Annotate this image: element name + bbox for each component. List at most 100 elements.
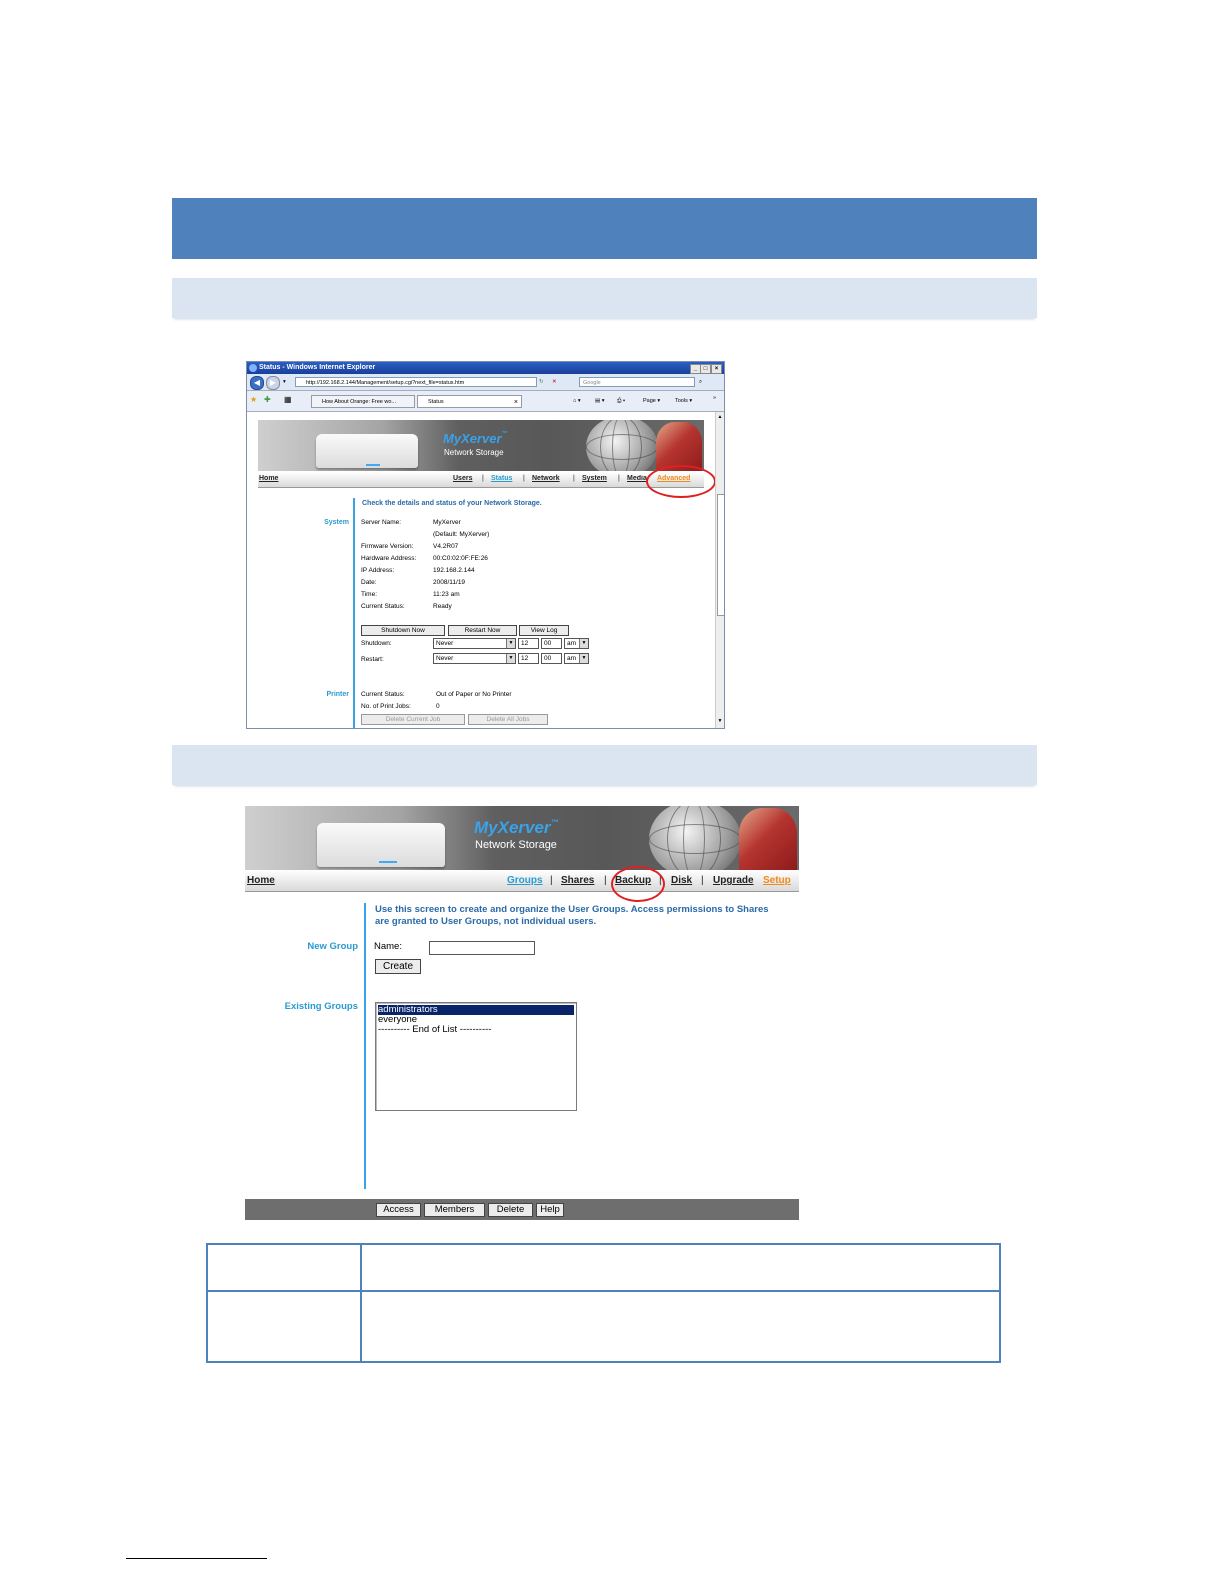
highlight-circle	[611, 866, 665, 902]
content-divider	[364, 903, 366, 1189]
page-content: MyXerver™ Network Storage Home Users | S…	[247, 412, 716, 728]
history-dropdown-icon[interactable]: ▾	[283, 377, 286, 387]
brand-logo: MyXerver™	[443, 431, 508, 446]
chevron-down-icon: ▼	[506, 639, 515, 648]
search-input[interactable]: Google	[579, 377, 695, 387]
field-value: 0	[436, 703, 440, 710]
delete-current-job-button[interactable]: Delete Current Job	[361, 714, 465, 725]
address-bar-row: ◀ ▶ ▾ http://192.168.2.144/Management/se…	[247, 374, 724, 391]
restart-label: Restart:	[361, 656, 384, 663]
ie-status-screenshot: Status - Windows Internet Explorer _ □ ×…	[246, 361, 725, 729]
back-arrow-icon[interactable]: ◀	[250, 376, 264, 390]
search-icon[interactable]: ⌕	[699, 377, 702, 387]
nav-system[interactable]: System	[582, 475, 607, 482]
field-label: Date:	[361, 579, 377, 586]
intro-text-line2: are granted to User Groups, not individu…	[375, 916, 597, 927]
shutdown-now-button[interactable]: Shutdown Now	[361, 625, 445, 636]
tab-orange[interactable]: How About Orange: Free wo...	[311, 395, 415, 408]
help-button[interactable]: Help	[536, 1203, 564, 1217]
print-toolbar-icon[interactable]: ⎙ ▾	[617, 396, 625, 406]
nav-upgrade[interactable]: Upgrade	[713, 875, 754, 886]
nav-home[interactable]: Home	[247, 875, 275, 886]
table-column-divider	[360, 1245, 362, 1361]
more-chevron-icon[interactable]: »	[713, 393, 716, 403]
scroll-down-icon[interactable]: ▼	[717, 718, 723, 724]
members-button[interactable]: Members	[424, 1203, 485, 1217]
restart-ampm-select[interactable]: am ▼	[564, 653, 589, 664]
page-menu[interactable]: Page ▾	[643, 396, 660, 406]
address-input[interactable]: http://192.168.2.144/Management/setup.cg…	[295, 377, 537, 387]
scroll-up-icon[interactable]: ▲	[717, 414, 723, 420]
field-label: Server Name:	[361, 519, 402, 526]
nav-network[interactable]: Network	[532, 475, 560, 482]
home-toolbar-icon[interactable]: ⌂ ▾	[573, 396, 581, 406]
field-value: 00:C0:02:0F:FE:26	[433, 555, 488, 562]
ie-icon	[249, 364, 257, 372]
field-label: Current Status:	[361, 603, 405, 610]
nav-shares[interactable]: Shares	[561, 875, 594, 886]
chevron-down-icon: ▼	[579, 639, 588, 648]
tab-close-icon[interactable]: ×	[514, 396, 518, 407]
ie-title-bar: Status - Windows Internet Explorer _ □ ×	[247, 362, 724, 374]
tab-row: ★ ✚ ▦ How About Orange: Free wo... Statu…	[247, 391, 724, 412]
delete-button[interactable]: Delete	[488, 1203, 533, 1217]
view-log-button[interactable]: View Log	[519, 625, 569, 636]
restart-hour-input[interactable]: 12	[518, 653, 539, 664]
list-item[interactable]: ---------- End of List ----------	[378, 1025, 574, 1035]
intro-text: Check the details and status of your Net…	[362, 500, 542, 507]
highlight-circle	[646, 465, 716, 498]
page-scrollbar[interactable]: ▲ ▼	[715, 412, 724, 728]
field-value: 192.168.2.144	[433, 567, 475, 574]
field-value: 2008/11/19	[433, 579, 466, 586]
field-label: IP Address:	[361, 567, 395, 574]
nav-setup[interactable]: Setup	[763, 875, 791, 886]
forward-arrow-icon[interactable]: ▶	[266, 376, 280, 390]
nav-disk[interactable]: Disk	[671, 875, 692, 886]
field-label: Firmware Version:	[361, 543, 414, 550]
nav-users[interactable]: Users	[453, 475, 472, 482]
nav-status[interactable]: Status	[491, 475, 512, 482]
restart-now-button[interactable]: Restart Now	[448, 625, 517, 636]
globe-image	[649, 806, 741, 870]
scroll-thumb[interactable]	[717, 494, 724, 616]
feeds-toolbar-icon[interactable]: ▤ ▾	[595, 396, 605, 406]
printer-section-label: Printer	[326, 691, 349, 698]
delete-all-jobs-button[interactable]: Delete All Jobs	[468, 714, 548, 725]
chevron-down-icon: ▼	[506, 654, 515, 663]
field-value: 11:23 am	[433, 591, 460, 598]
chevron-down-icon: ▼	[579, 654, 588, 663]
section-band-2	[172, 745, 1037, 785]
field-label: Time:	[361, 591, 378, 598]
stop-icon[interactable]: ✕	[552, 377, 557, 387]
tab-label: Status	[428, 399, 444, 405]
go-icon[interactable]: ↻	[539, 377, 544, 387]
quick-tabs-icon[interactable]: ▦	[284, 395, 292, 405]
add-favorite-icon[interactable]: ✚	[264, 395, 271, 405]
create-button[interactable]: Create	[375, 959, 421, 974]
existing-groups-label: Existing Groups	[284, 1001, 358, 1012]
shutdown-ampm-select[interactable]: am ▼	[564, 638, 589, 649]
shutdown-select[interactable]: Never ▼	[433, 638, 516, 649]
close-button[interactable]: ×	[711, 364, 722, 374]
tab-status[interactable]: Status ×	[417, 395, 522, 408]
brand-subtitle: Network Storage	[444, 448, 504, 457]
restart-minute-input[interactable]: 00	[541, 653, 562, 664]
footnote-separator	[126, 1558, 267, 1559]
favorites-star-icon[interactable]: ★	[250, 395, 257, 405]
field-label: Hardware Address:	[361, 555, 417, 562]
restart-select[interactable]: Never ▼	[433, 653, 516, 664]
shutdown-hour-input[interactable]: 12	[518, 638, 539, 649]
content-divider	[353, 498, 355, 728]
shutdown-minute-input[interactable]: 00	[541, 638, 562, 649]
intro-text-line1: Use this screen to create and organize t…	[375, 904, 769, 915]
nav-home[interactable]: Home	[259, 475, 278, 482]
header-banner: MyXerver™ Network Storage	[258, 420, 704, 471]
access-button[interactable]: Access	[376, 1203, 421, 1217]
tools-menu[interactable]: Tools ▾	[675, 396, 692, 406]
group-name-input[interactable]	[429, 941, 535, 955]
maximize-button[interactable]: □	[700, 364, 711, 374]
globe-image	[586, 420, 658, 471]
groups-listbox[interactable]: administrators everyone ---------- End o…	[375, 1002, 577, 1111]
table-row-divider	[208, 1290, 999, 1292]
nav-groups[interactable]: Groups	[507, 875, 543, 886]
